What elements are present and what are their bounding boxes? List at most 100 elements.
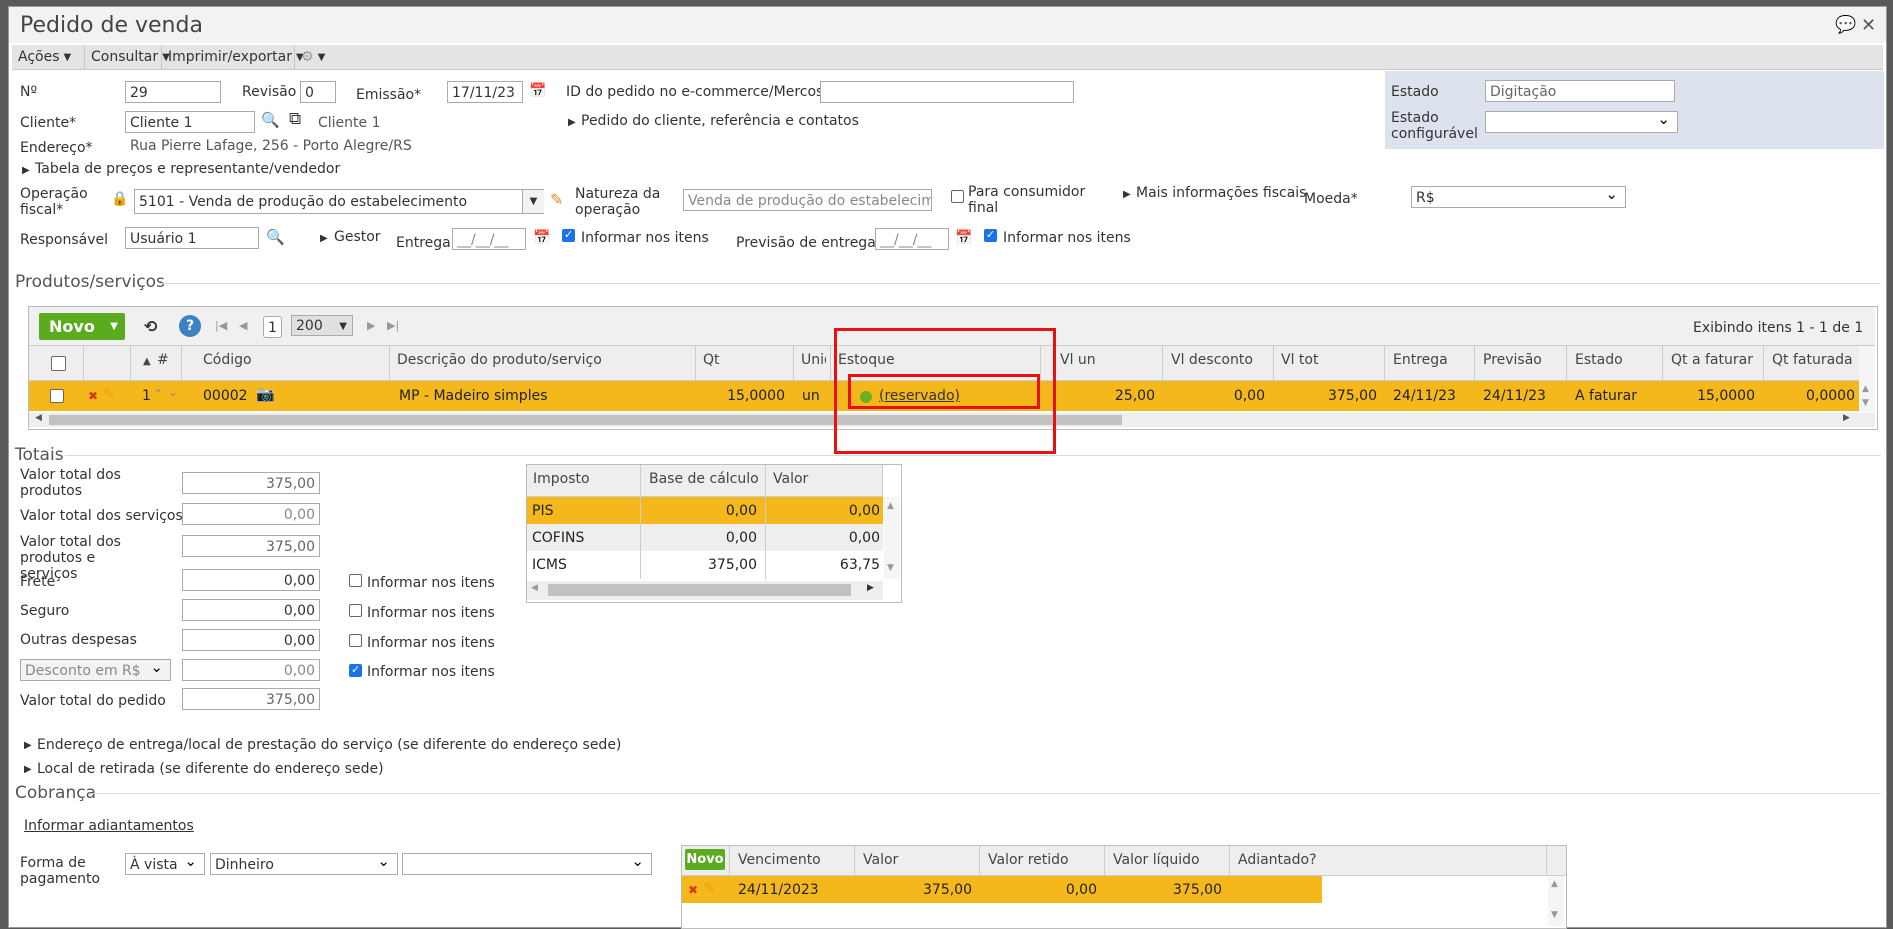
frete-field[interactable]: 0,00 [182, 569, 320, 591]
page-number-input[interactable]: 1 [263, 316, 282, 338]
tabela-precos-toggle[interactable]: Tabela de preços e representante/vendedo… [35, 161, 340, 177]
col-valor[interactable]: Valor [773, 471, 808, 487]
camera-icon[interactable]: 📷 [256, 385, 275, 403]
expand-triangle-icon[interactable]: ▶ [24, 740, 32, 751]
scroll-right-icon[interactable]: ▶ [1843, 413, 1850, 423]
entrega-informar-checkbox[interactable] [562, 228, 575, 242]
scroll-down-icon[interactable]: ▼ [887, 563, 894, 573]
expand-triangle-icon[interactable]: ▶ [1123, 189, 1131, 200]
scroll-down-icon[interactable]: ▼ [1862, 398, 1869, 408]
expand-triangle-icon[interactable]: ▶ [24, 764, 32, 775]
outras-informar-checkbox[interactable] [349, 634, 362, 647]
local-retirada-toggle[interactable]: Local de retirada (se diferente do ender… [37, 761, 384, 777]
gestor-toggle[interactable]: Gestor [334, 229, 381, 245]
previsao-field[interactable]: __/__/__ [875, 228, 949, 250]
horizontal-scrollbar[interactable]: ◀ ▶ [527, 581, 883, 600]
operacao-select[interactable]: 5101 - Venda de produção do estabelecime… [134, 189, 544, 214]
ecommerce-field[interactable] [820, 81, 1074, 103]
calendar-icon[interactable]: 📅 [955, 230, 972, 246]
search-icon[interactable]: 🔍 [266, 228, 285, 246]
external-link-icon[interactable]: ⧉ [289, 109, 301, 129]
menu-settings[interactable]: ⚙ ▼ [295, 45, 341, 69]
scroll-up-icon[interactable]: ▲ [887, 501, 894, 511]
col-qt-faturada[interactable]: Qt faturada [1772, 352, 1853, 368]
next-page-icon[interactable]: ▶ [367, 319, 375, 332]
col-num[interactable]: # [157, 352, 169, 368]
pencil-icon[interactable]: ✎ [550, 190, 563, 209]
col-adiantado[interactable]: Adiantado? [1238, 852, 1317, 868]
table-row[interactable]: ICMS 375,00 63,75 [527, 551, 883, 578]
table-row[interactable]: PIS 0,00 0,00 [527, 497, 883, 524]
seguro-field[interactable]: 0,00 [182, 599, 320, 621]
menu-consultar[interactable]: Consultar ▼ [85, 45, 170, 69]
natureza-field[interactable]: Venda de produção do estabelecimento [683, 189, 932, 211]
col-entrega[interactable]: Entrega [1393, 352, 1448, 368]
page-size-select[interactable]: 200 ▼ [291, 315, 353, 336]
expand-triangle-icon[interactable]: ▶ [22, 165, 30, 176]
expand-triangle-icon[interactable]: ▶ [320, 233, 328, 244]
previsao-informar-checkbox[interactable] [984, 228, 997, 242]
calendar-icon[interactable]: 📅 [529, 83, 546, 99]
calendar-icon[interactable]: 📅 [533, 230, 550, 246]
last-page-icon[interactable]: ▶| [387, 319, 399, 332]
pagamento-extra-select[interactable] [402, 853, 652, 875]
col-valor[interactable]: Valor [863, 852, 898, 868]
novo-button[interactable]: Novo ▼ [39, 313, 125, 340]
scroll-right-icon[interactable]: ▶ [867, 583, 874, 593]
responsavel-field[interactable]: Usuário 1 [125, 227, 259, 249]
first-page-icon[interactable]: |◀ [215, 319, 227, 332]
col-vencimento[interactable]: Vencimento [738, 852, 821, 868]
vertical-scrollbar[interactable]: ▲ ▼ [884, 497, 900, 579]
informar-adiantamentos-link[interactable]: Informar adiantamentos [24, 818, 194, 834]
col-valor-retido[interactable]: Valor retido [988, 852, 1069, 868]
refresh-icon[interactable]: ⟲ [144, 317, 157, 336]
cliente-field[interactable]: Cliente 1 [125, 111, 255, 133]
edit-pencil-icon[interactable]: ✎ [103, 385, 116, 403]
scroll-left-icon[interactable]: ◀ [531, 583, 538, 593]
seguro-informar-checkbox[interactable] [349, 604, 362, 617]
prev-page-icon[interactable]: ◀ [239, 319, 247, 332]
expand-triangle-icon[interactable]: ▶ [568, 117, 576, 128]
select-all-checkbox[interactable] [51, 356, 66, 371]
frete-informar-checkbox[interactable] [349, 574, 362, 587]
pedido-cliente-toggle[interactable]: Pedido do cliente, referência e contatos [581, 113, 859, 129]
col-qt-faturar[interactable]: Qt a faturar [1671, 352, 1753, 368]
table-row[interactable]: ✖ ✎ 24/11/2023 375,00 0,00 375,00 [682, 876, 1322, 903]
row-checkbox[interactable] [50, 389, 64, 403]
menu-acoes[interactable]: Ações ▼ [12, 45, 85, 69]
vertical-scrollbar[interactable]: ▲ ▼ [1548, 876, 1564, 926]
scroll-down-icon[interactable]: ▼ [1551, 910, 1558, 920]
help-icon[interactable]: ? [179, 315, 201, 337]
col-descricao[interactable]: Descrição do produto/serviço [397, 352, 602, 368]
col-vl-desconto[interactable]: Vl desconto [1171, 352, 1253, 368]
desconto-type-select[interactable]: Desconto em R$ [20, 659, 171, 681]
comment-icon[interactable]: 💬 [1835, 15, 1856, 35]
close-icon[interactable]: ✕ [1861, 15, 1876, 36]
col-estado[interactable]: Estado [1575, 352, 1623, 368]
col-vl-un[interactable]: Vl un [1060, 352, 1096, 368]
cobranca-novo-button[interactable]: Novo [685, 849, 725, 870]
scroll-thumb[interactable] [548, 584, 851, 596]
desconto-field[interactable]: 0,00 [182, 659, 320, 681]
col-previsao[interactable]: Previsão [1483, 352, 1542, 368]
menu-imprimir[interactable]: Imprimir/exportar ▼ [162, 45, 304, 69]
scroll-up-icon[interactable]: ▲ [1551, 879, 1558, 889]
col-imposto[interactable]: Imposto [533, 471, 590, 487]
estado-configuravel-select[interactable] [1485, 111, 1678, 133]
col-valor-liquido[interactable]: Valor líquido [1113, 852, 1200, 868]
sort-asc-icon[interactable]: ▲ [143, 356, 151, 367]
outras-field[interactable]: 0,00 [182, 629, 320, 651]
cliente-link[interactable]: Cliente 1 [318, 115, 381, 131]
consumidor-final-checkbox[interactable] [951, 190, 964, 203]
scroll-up-icon[interactable]: ▲ [1862, 384, 1869, 394]
delete-icon[interactable]: ✖ [688, 883, 698, 897]
move-up-icon[interactable]: ⌃ [153, 387, 163, 401]
col-base[interactable]: Base de cálculo [649, 471, 759, 487]
revisao-field[interactable]: 0 [300, 81, 336, 103]
mais-info-toggle[interactable]: Mais informações fiscais [1136, 185, 1306, 201]
col-codigo[interactable]: Código [203, 352, 252, 368]
col-vl-tot[interactable]: Vl tot [1281, 352, 1318, 368]
table-row[interactable]: COFINS 0,00 0,00 [527, 524, 883, 551]
endereco-entrega-toggle[interactable]: Endereço de entrega/local de prestação d… [37, 737, 621, 753]
scroll-left-icon[interactable]: ◀ [35, 413, 42, 423]
